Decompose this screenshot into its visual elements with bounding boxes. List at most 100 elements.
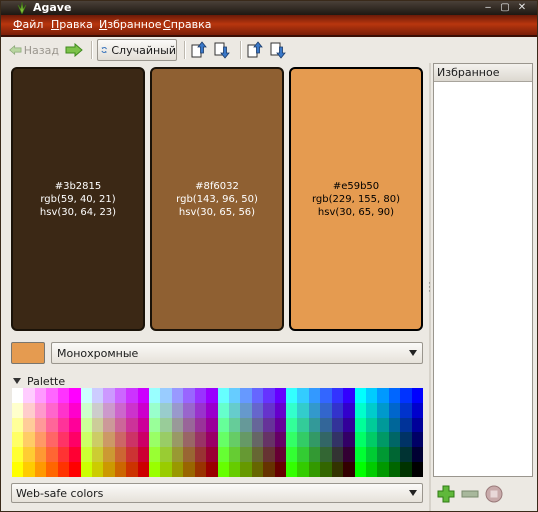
- minimize-icon[interactable]: ‒: [482, 2, 494, 14]
- palette-cell[interactable]: [12, 432, 24, 448]
- palette-cell[interactable]: [12, 388, 24, 403]
- palette-cell[interactable]: [171, 462, 184, 477]
- palette-cell[interactable]: [400, 388, 412, 403]
- palette-cell[interactable]: [114, 432, 127, 448]
- saturate-button[interactable]: [247, 39, 265, 61]
- palette-grid[interactable]: [12, 388, 423, 477]
- palette-cell[interactable]: [137, 447, 149, 463]
- palette-cell[interactable]: [251, 402, 264, 418]
- palette-cell[interactable]: [297, 432, 309, 448]
- palette-cell[interactable]: [57, 417, 70, 433]
- palette-cell[interactable]: [149, 447, 161, 463]
- palette-cell[interactable]: [308, 462, 321, 477]
- palette-cell[interactable]: [149, 402, 161, 418]
- palette-cell[interactable]: [46, 388, 58, 403]
- splitter-grip-icon[interactable]: · · ·: [428, 280, 431, 297]
- palette-cell[interactable]: [171, 447, 184, 463]
- palette-cell[interactable]: [228, 388, 241, 403]
- palette-cell[interactable]: [183, 462, 195, 477]
- add-favorite-button[interactable]: [437, 485, 455, 503]
- palette-cell[interactable]: [400, 447, 412, 463]
- palette-cell[interactable]: [103, 417, 115, 433]
- palette-cell[interactable]: [308, 402, 321, 418]
- palette-cell[interactable]: [23, 388, 35, 403]
- palette-cell[interactable]: [23, 447, 35, 463]
- palette-cell[interactable]: [354, 388, 366, 403]
- palette-cell[interactable]: [388, 417, 401, 433]
- palette-cell[interactable]: [69, 432, 81, 448]
- palette-cell[interactable]: [377, 462, 389, 477]
- palette-cell[interactable]: [80, 432, 92, 448]
- palette-cell[interactable]: [354, 462, 366, 477]
- palette-cell[interactable]: [308, 432, 321, 448]
- palette-cell[interactable]: [274, 388, 286, 403]
- darken-button[interactable]: [214, 39, 232, 61]
- palette-cell[interactable]: [228, 402, 241, 418]
- palette-cell[interactable]: [228, 462, 241, 477]
- palette-cell[interactable]: [80, 402, 92, 418]
- palette-cell[interactable]: [183, 402, 195, 418]
- palette-cell[interactable]: [240, 432, 252, 448]
- palette-cell[interactable]: [286, 432, 298, 448]
- palette-cell[interactable]: [126, 417, 138, 433]
- palette-cell[interactable]: [103, 432, 115, 448]
- lighten-button[interactable]: [191, 39, 209, 61]
- palette-cell[interactable]: [194, 462, 207, 477]
- palette-cell[interactable]: [286, 417, 298, 433]
- palette-cell[interactable]: [377, 447, 389, 463]
- maximize-icon[interactable]: ▢: [499, 2, 511, 14]
- palette-cell[interactable]: [297, 402, 309, 418]
- palette-cell[interactable]: [263, 417, 275, 433]
- palette-cell[interactable]: [206, 462, 218, 477]
- palette-cell[interactable]: [263, 432, 275, 448]
- title-bar[interactable]: Agave ‒ ▢ ✕: [1, 1, 537, 15]
- palette-cell[interactable]: [251, 388, 264, 403]
- palette-cell[interactable]: [171, 402, 184, 418]
- palette-cell[interactable]: [103, 402, 115, 418]
- palette-cell[interactable]: [320, 417, 332, 433]
- palette-cell[interactable]: [149, 388, 161, 403]
- palette-cell[interactable]: [365, 417, 378, 433]
- palette-cell[interactable]: [320, 432, 332, 448]
- palette-cell[interactable]: [183, 388, 195, 403]
- palette-cell[interactable]: [34, 402, 47, 418]
- clear-favorites-button[interactable]: [485, 485, 503, 503]
- palette-cell[interactable]: [354, 447, 366, 463]
- palette-cell[interactable]: [137, 462, 149, 477]
- palette-cell[interactable]: [12, 402, 24, 418]
- palette-cell[interactable]: [343, 432, 355, 448]
- palette-cell[interactable]: [400, 432, 412, 448]
- palette-cell[interactable]: [286, 447, 298, 463]
- palette-cell[interactable]: [217, 447, 229, 463]
- palette-cell[interactable]: [91, 402, 104, 418]
- palette-cell[interactable]: [160, 402, 172, 418]
- palette-cell[interactable]: [80, 417, 92, 433]
- palette-cell[interactable]: [126, 462, 138, 477]
- palette-cell[interactable]: [194, 402, 207, 418]
- palette-cell[interactable]: [411, 462, 423, 477]
- palette-cell[interactable]: [354, 432, 366, 448]
- desaturate-button[interactable]: [270, 39, 288, 61]
- menu-file[interactable]: Файл: [13, 18, 43, 32]
- palette-cell[interactable]: [365, 432, 378, 448]
- palette-cell[interactable]: [343, 447, 355, 463]
- palette-cell[interactable]: [217, 402, 229, 418]
- palette-cell[interactable]: [297, 462, 309, 477]
- palette-cell[interactable]: [160, 447, 172, 463]
- palette-cell[interactable]: [308, 447, 321, 463]
- palette-cell[interactable]: [274, 462, 286, 477]
- palette-cell[interactable]: [251, 462, 264, 477]
- palette-cell[interactable]: [194, 388, 207, 403]
- palette-cell[interactable]: [194, 432, 207, 448]
- palette-cell[interactable]: [23, 417, 35, 433]
- palette-cell[interactable]: [206, 417, 218, 433]
- palette-cell[interactable]: [206, 432, 218, 448]
- palette-cell[interactable]: [297, 388, 309, 403]
- palette-cell[interactable]: [365, 402, 378, 418]
- palette-cell[interactable]: [57, 388, 70, 403]
- palette-cell[interactable]: [34, 388, 47, 403]
- palette-cell[interactable]: [411, 447, 423, 463]
- palette-cell[interactable]: [137, 388, 149, 403]
- palette-cell[interactable]: [91, 417, 104, 433]
- palette-cell[interactable]: [12, 447, 24, 463]
